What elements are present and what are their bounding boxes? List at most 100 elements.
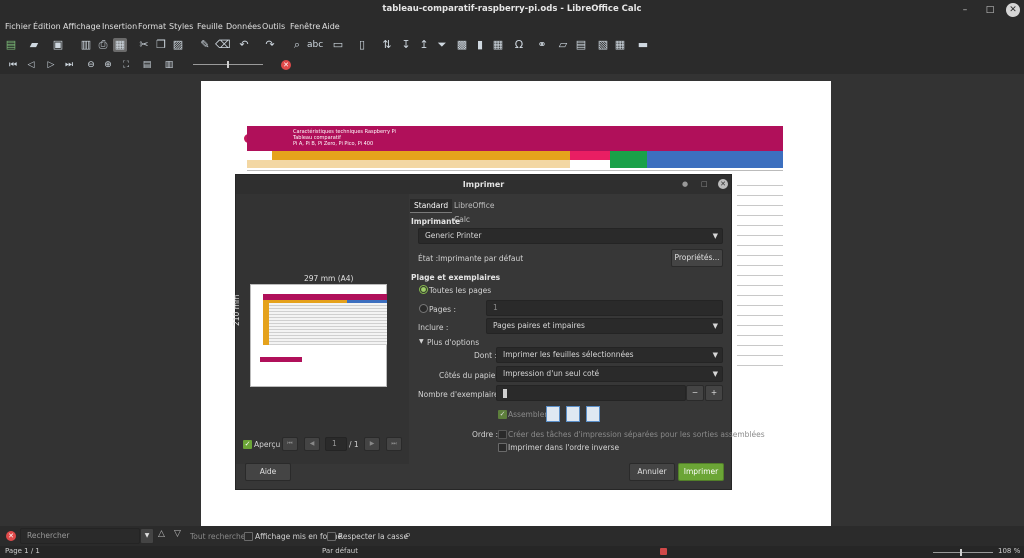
menu-format[interactable]: Format xyxy=(138,22,166,31)
find-all-button[interactable]: Tout rechercher xyxy=(190,532,249,541)
paste-icon[interactable]: ▨ xyxy=(171,38,185,52)
menu-affichage[interactable]: Affichage xyxy=(63,22,101,31)
preview-last-button[interactable]: ⏭ xyxy=(386,437,402,451)
chart-icon[interactable]: ▮ xyxy=(473,38,487,52)
undo-icon[interactable]: ↶ xyxy=(237,38,251,52)
split-window-icon[interactable]: ▬ xyxy=(636,38,650,52)
pages-radio[interactable] xyxy=(419,304,428,313)
separate-jobs-checkbox[interactable] xyxy=(498,430,507,439)
save-icon[interactable]: ▣ xyxy=(51,38,65,52)
dialog-close-icon[interactable]: ✕ xyxy=(718,179,728,189)
redo-icon[interactable]: ↷ xyxy=(263,38,277,52)
export-pdf-icon[interactable]: ▥ xyxy=(79,38,93,52)
tab-libreoffice-calc[interactable]: LibreOffice Calc xyxy=(450,199,498,224)
print-preview-icon[interactable]: ▦ xyxy=(113,38,127,52)
preview-prev-button[interactable]: ◀ xyxy=(304,437,320,451)
close-window-button[interactable]: ✕ xyxy=(1006,3,1020,17)
menu-fichier[interactable]: Fichier xyxy=(5,22,31,31)
find-next-icon[interactable]: ▽ xyxy=(174,529,181,539)
scaling-slider-handle[interactable] xyxy=(227,61,229,68)
clear-formatting-icon[interactable]: ⌫ xyxy=(215,38,231,52)
menu-fenetre[interactable]: Fenêtre xyxy=(290,22,320,31)
full-screen-icon[interactable]: ⛶ xyxy=(119,58,133,72)
autofilter-icon[interactable]: ⏷ xyxy=(435,38,449,52)
headers-footers-icon[interactable]: ▤ xyxy=(574,38,588,52)
match-case-checkbox[interactable] xyxy=(327,532,336,541)
sides-select[interactable]: Impression d'un seul coté ▼ xyxy=(496,366,723,382)
margins-icon[interactable]: ▥ xyxy=(162,58,176,72)
freeze-rows-columns-icon[interactable]: ▦ xyxy=(613,38,627,52)
menu-feuille[interactable]: Feuille xyxy=(197,22,223,31)
menu-aide[interactable]: Aide xyxy=(322,22,340,31)
zoom-level[interactable]: 108 % xyxy=(998,547,1020,555)
dont-select[interactable]: Imprimer les feuilles sélectionnées ▼ xyxy=(496,347,723,363)
preview-page-field[interactable]: 1 xyxy=(325,437,347,451)
column-icon[interactable]: ▯ xyxy=(355,38,369,52)
preview-height-label: 210 mm xyxy=(232,294,241,326)
zoom-in-icon[interactable]: ⊕ xyxy=(101,58,115,72)
all-pages-radio[interactable] xyxy=(419,285,428,294)
include-select[interactable]: Pages paires et impaires ▼ xyxy=(486,318,723,334)
print-button[interactable]: Imprimer xyxy=(678,463,724,481)
image-icon[interactable]: ▩ xyxy=(455,38,469,52)
dialog-maximize-icon[interactable]: □ xyxy=(701,180,708,188)
find-replace-icon[interactable]: ⌕ xyxy=(290,38,304,52)
sort-descending-icon[interactable]: ↥ xyxy=(417,38,431,52)
maximize-button[interactable]: □ xyxy=(983,3,997,17)
last-page-icon[interactable]: ⏭ xyxy=(62,58,76,72)
menu-outils[interactable]: Outils xyxy=(262,22,285,31)
find-replace-icon[interactable]: ⌕ xyxy=(405,528,411,542)
expander-triangle-icon[interactable]: ▼ xyxy=(419,338,424,345)
menu-insertion[interactable]: Insertion xyxy=(102,22,137,31)
all-pages-label: Toutes les pages xyxy=(429,286,492,295)
sort-ascending-icon[interactable]: ↧ xyxy=(399,38,413,52)
cancel-button[interactable]: Annuler xyxy=(629,463,675,481)
more-options-label[interactable]: Plus d'options xyxy=(427,338,479,347)
collate-checkbox[interactable]: ✓ xyxy=(498,410,507,419)
comment-icon[interactable]: ▱ xyxy=(556,38,570,52)
search-input[interactable]: Rechercher xyxy=(20,528,140,544)
close-findbar-icon[interactable]: ✕ xyxy=(6,531,16,541)
preview-next-button[interactable]: ▶ xyxy=(364,437,380,451)
spelling-icon[interactable]: abc xyxy=(307,38,323,52)
printer-select[interactable]: Generic Printer ▼ xyxy=(418,228,723,244)
copy-icon[interactable]: ❐ xyxy=(154,38,168,52)
properties-button[interactable]: Propriétés... xyxy=(671,249,723,267)
find-previous-icon[interactable]: △ xyxy=(158,529,165,539)
pages-field[interactable]: 1 xyxy=(486,300,723,316)
zoom-slider[interactable] xyxy=(933,552,993,553)
dialog-minimize-icon[interactable]: ● xyxy=(682,180,688,188)
next-page-icon[interactable]: ▷ xyxy=(44,58,58,72)
copies-field[interactable]: 1 xyxy=(496,385,686,401)
open-folder-icon[interactable]: ▰ xyxy=(27,38,41,52)
formatted-display-checkbox[interactable] xyxy=(244,532,253,541)
reverse-order-checkbox[interactable] xyxy=(498,443,507,452)
previous-page-icon[interactable]: ◁ xyxy=(24,58,38,72)
new-document-icon[interactable]: ▤ xyxy=(4,38,18,52)
menu-edition[interactable]: Édition xyxy=(33,22,61,31)
sort-icon[interactable]: ⇅ xyxy=(380,38,394,52)
zoom-slider-handle[interactable] xyxy=(960,549,962,556)
special-character-icon[interactable]: Ω xyxy=(512,38,526,52)
preview-checkbox[interactable]: ✓ xyxy=(243,440,252,449)
tab-standard[interactable]: Standard xyxy=(410,199,453,213)
pivot-table-icon[interactable]: ▦ xyxy=(491,38,505,52)
format-page-icon[interactable]: ▤ xyxy=(140,58,154,72)
cut-icon[interactable]: ✂ xyxy=(137,38,151,52)
clone-formatting-icon[interactable]: ✎ xyxy=(198,38,212,52)
print-icon[interactable]: ⎙ xyxy=(96,38,110,52)
zoom-out-icon[interactable]: ⊖ xyxy=(84,58,98,72)
hyperlink-icon[interactable]: ⚭ xyxy=(535,38,549,52)
first-page-icon[interactable]: ⏮ xyxy=(6,58,20,72)
menu-styles[interactable]: Styles xyxy=(169,22,193,31)
row-icon[interactable]: ▭ xyxy=(331,38,345,52)
copies-plus-button[interactable]: + xyxy=(705,385,723,401)
close-preview-icon[interactable]: ✕ xyxy=(281,60,291,70)
minimize-button[interactable]: – xyxy=(958,3,972,17)
copies-minus-button[interactable]: − xyxy=(686,385,704,401)
help-button[interactable]: Aide xyxy=(245,463,291,481)
menu-donnees[interactable]: Données xyxy=(226,22,261,31)
search-history-dropdown[interactable]: ▼ xyxy=(140,528,154,544)
preview-first-button[interactable]: ⏮ xyxy=(282,437,298,451)
define-print-area-icon[interactable]: ▧ xyxy=(596,38,610,52)
